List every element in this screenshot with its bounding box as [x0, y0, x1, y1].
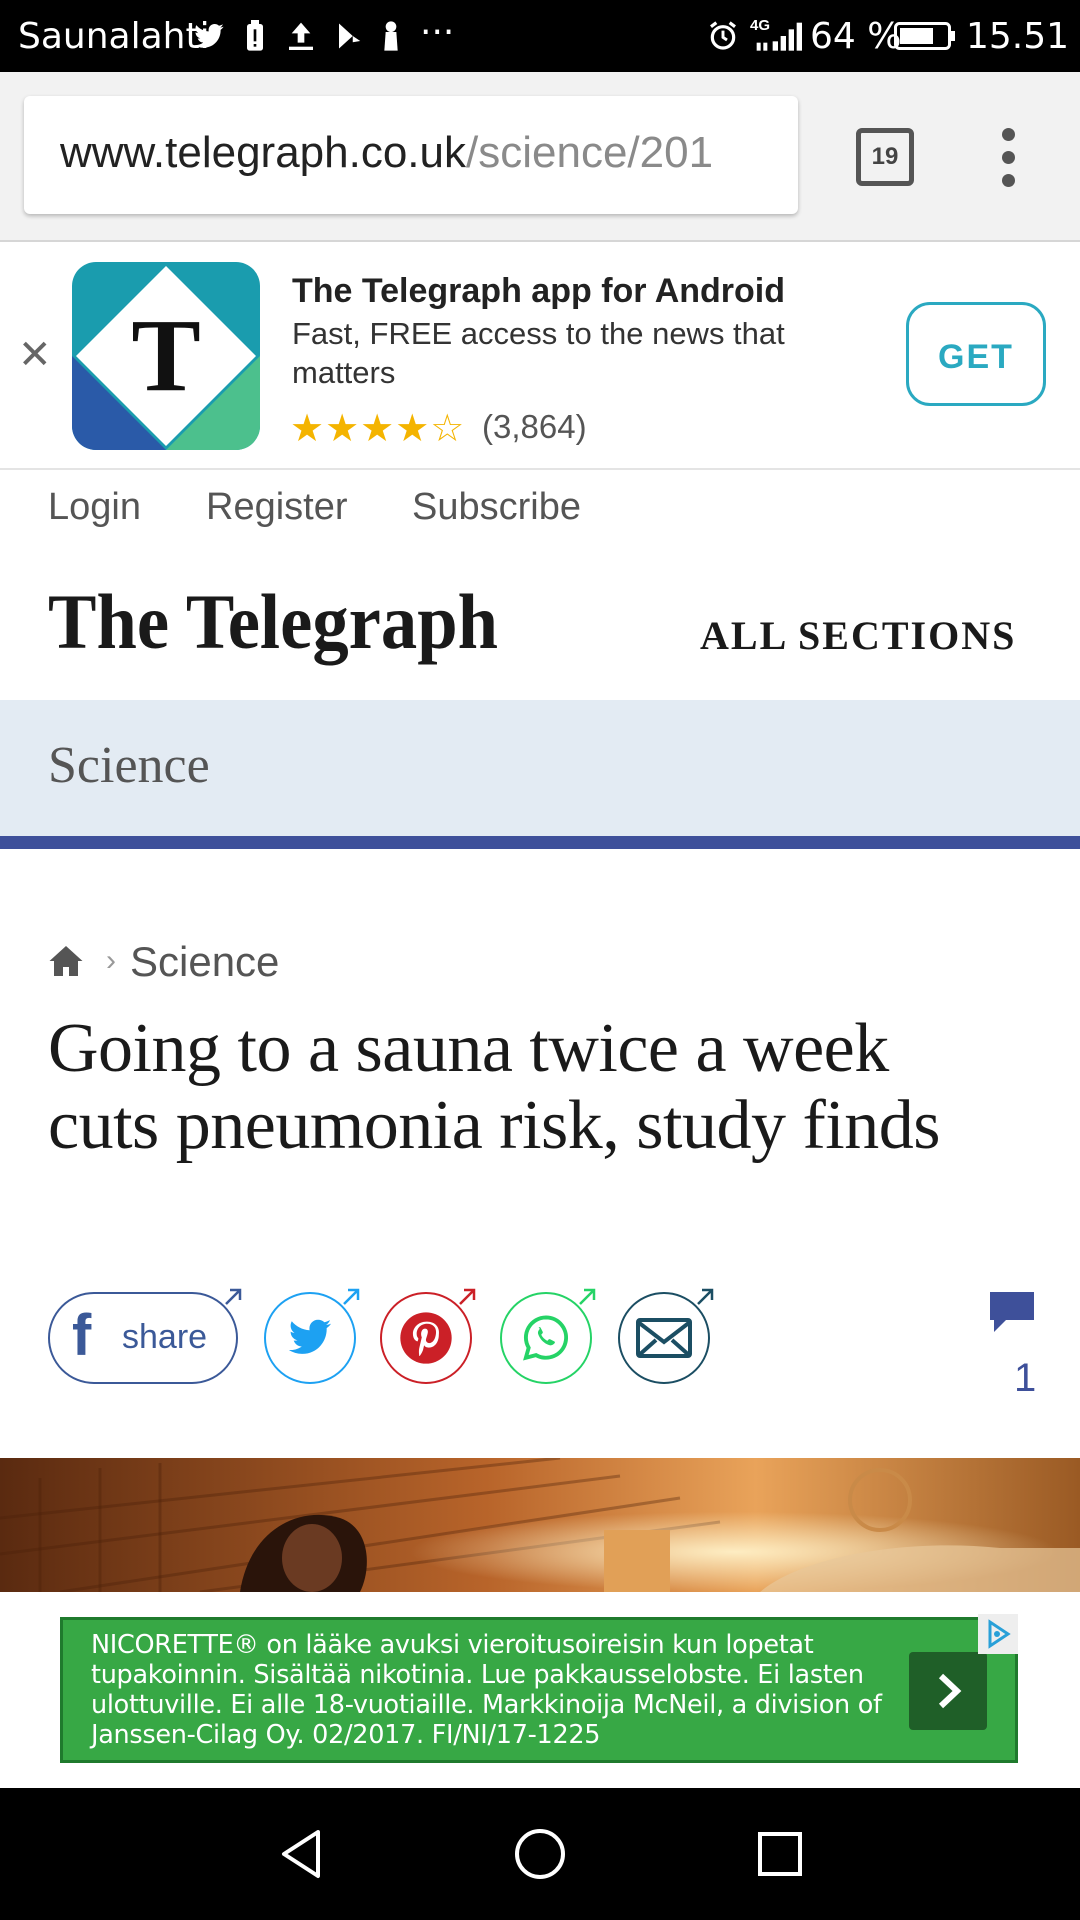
section-header: Science — [0, 700, 1080, 849]
whatsapp-icon — [523, 1315, 568, 1361]
email-icon — [636, 1318, 692, 1358]
email-share-button[interactable] — [618, 1288, 714, 1384]
twitter-icon — [194, 24, 224, 48]
clock: 15.51 — [966, 16, 1070, 57]
browser-toolbar: www.telegraph.co.uk/science/201 19 — [0, 72, 1080, 242]
subscribe-link[interactable]: Subscribe — [412, 486, 581, 529]
ad-container: NICORETTE® on lääke avuksi vieroitusoire… — [0, 1592, 1080, 1788]
chevron-right-icon — [938, 1673, 962, 1709]
whatsapp-share-button[interactable] — [500, 1288, 596, 1384]
more-notifications-icon: ··· — [420, 12, 455, 53]
ad-next-button[interactable] — [909, 1652, 987, 1730]
external-arrow-icon — [225, 1288, 242, 1305]
pinterest-share-button[interactable] — [380, 1288, 476, 1384]
external-arrow-icon — [459, 1288, 476, 1305]
battery-icon — [894, 22, 955, 50]
telegraph-app-icon[interactable]: T — [72, 262, 260, 450]
ad-text: NICORETTE® on lääke avuksi vieroitusoire… — [91, 1630, 882, 1750]
android-nav-bar — [0, 1788, 1080, 1920]
back-icon[interactable] — [270, 1822, 334, 1886]
twitter-icon — [288, 1319, 332, 1354]
browser-menu-button[interactable] — [998, 128, 1018, 188]
home-icon[interactable] — [48, 942, 84, 980]
app-banner-title: The Telegraph app for Android — [292, 272, 785, 310]
breadcrumb-science-link[interactable]: Science — [130, 938, 279, 986]
signal-icon — [756, 22, 802, 51]
facebook-icon: f — [72, 1303, 92, 1368]
url-bar[interactable]: www.telegraph.co.uk/science/201 — [24, 96, 798, 214]
login-link[interactable]: Login — [48, 486, 141, 529]
register-link[interactable]: Register — [206, 486, 348, 529]
share-label: share — [122, 1318, 208, 1356]
url-path: /science/201 — [466, 128, 714, 177]
external-arrow-icon — [579, 1288, 596, 1305]
carrier-name: Saunalahti — [18, 16, 210, 57]
notification-icon — [384, 21, 398, 51]
section-title[interactable]: Science — [48, 736, 210, 795]
app-install-banner: ✕ T The Telegraph app for Android Fast, … — [0, 242, 1080, 470]
pinterest-icon — [400, 1312, 452, 1364]
article-hero-image — [0, 1458, 1080, 1592]
comment-count[interactable]: 1 — [1014, 1356, 1036, 1401]
battery-percent: 64 % — [810, 16, 902, 57]
app-icon-letter: T — [131, 298, 200, 413]
app-banner-description: Fast, FREE access to the news that matte… — [292, 316, 785, 390]
article-headline: Going to a sauna twice a week cuts pneum… — [48, 1010, 940, 1164]
play-store-icon — [339, 23, 361, 49]
breadcrumb-separator: › — [106, 944, 116, 977]
get-app-button[interactable]: GET — [906, 302, 1046, 406]
external-arrow-icon — [343, 1288, 360, 1305]
url-host: www.telegraph.co.uk — [60, 128, 466, 177]
alarm-icon — [710, 21, 736, 50]
battery-saver-icon — [247, 20, 263, 51]
comment-icon[interactable] — [988, 1290, 1036, 1334]
facebook-share-button[interactable]: f share — [48, 1288, 242, 1384]
adchoices-icon[interactable] — [978, 1614, 1018, 1654]
url-text[interactable]: www.telegraph.co.uk/science/201 — [60, 128, 713, 178]
recents-icon[interactable] — [748, 1822, 812, 1886]
all-sections-button[interactable]: ALL SECTIONS — [700, 612, 1016, 659]
home-nav-icon[interactable] — [508, 1822, 572, 1886]
nicorette-ad-banner[interactable]: NICORETTE® on lääke avuksi vieroitusoire… — [60, 1617, 1018, 1763]
twitter-share-button[interactable] — [264, 1288, 360, 1384]
status-bar: Saunalahti ··· 4G 64 % 15.51 — [0, 0, 1080, 72]
app-rating-stars: ★★★★☆ — [290, 408, 466, 450]
logo-text: The Telegraph — [48, 580, 498, 665]
upload-icon — [289, 22, 313, 50]
external-arrow-icon — [697, 1288, 714, 1305]
app-review-count: (3,864) — [482, 408, 587, 445]
tab-switcher-button[interactable]: 19 — [856, 128, 914, 186]
close-banner-icon[interactable]: ✕ — [18, 332, 52, 378]
telegraph-logo[interactable]: The Telegraph — [48, 578, 508, 681]
